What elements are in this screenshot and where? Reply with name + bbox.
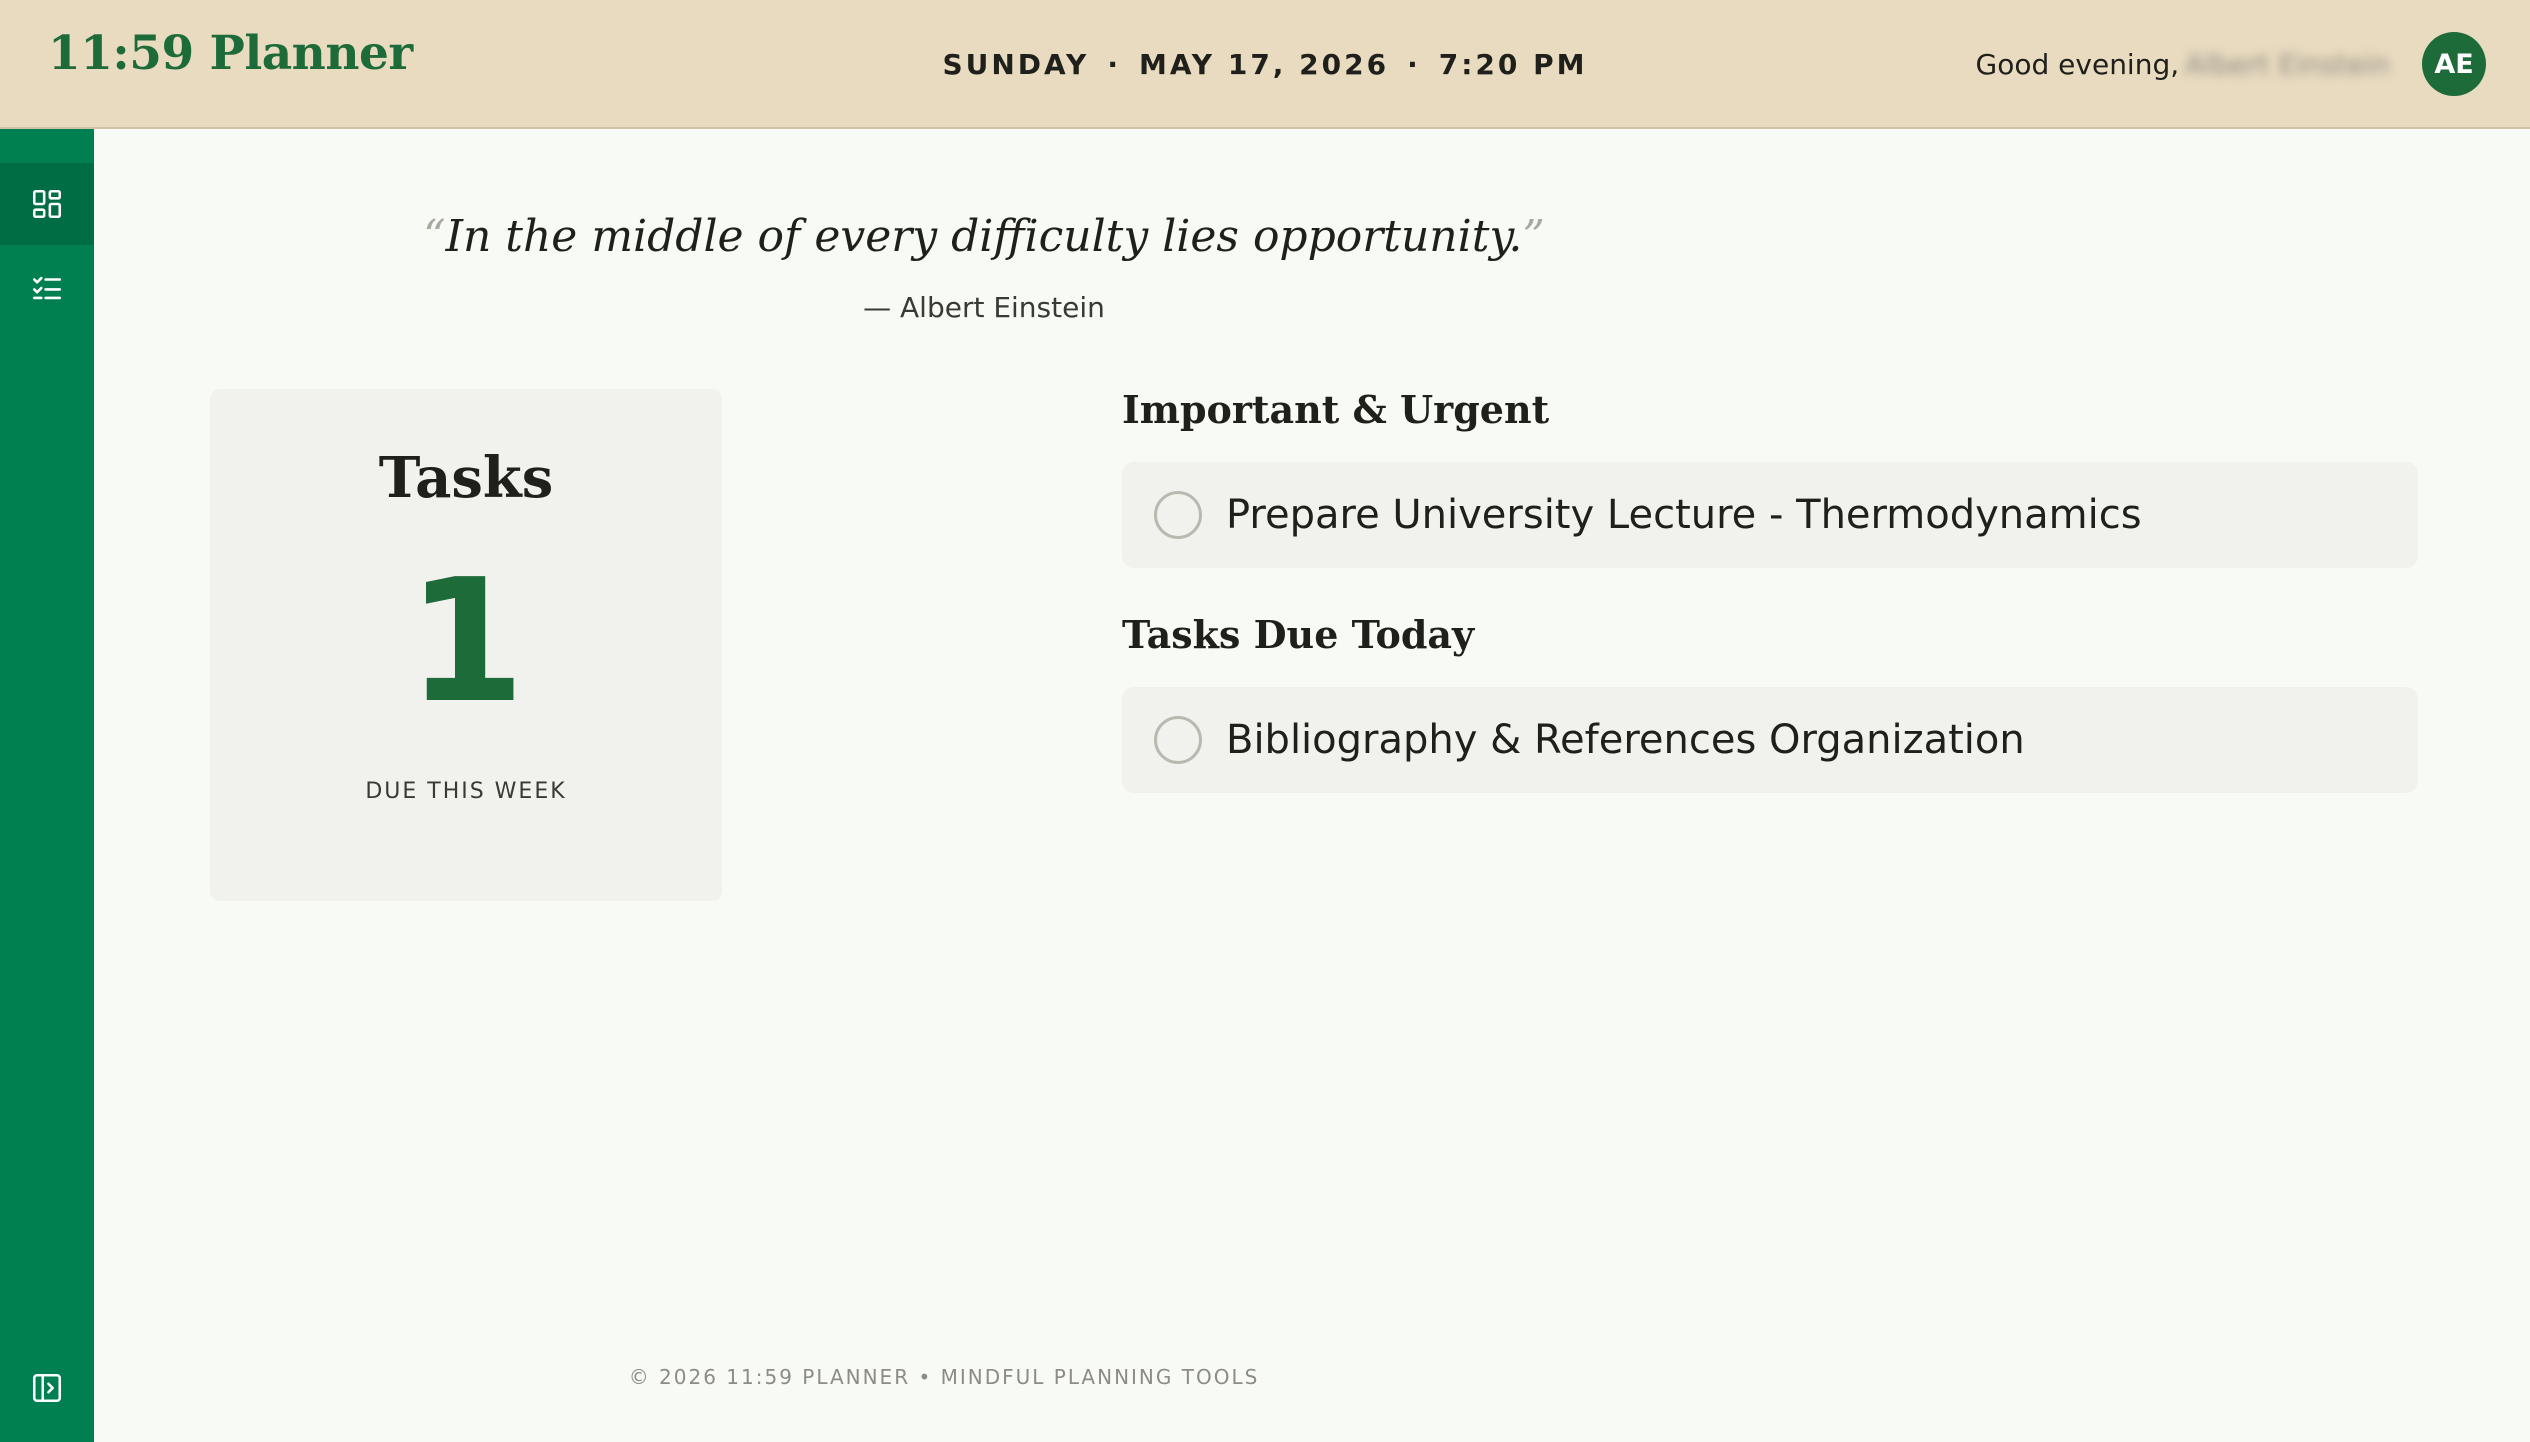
sidebar xyxy=(0,129,94,1442)
sidebar-item-dashboard[interactable] xyxy=(0,163,94,245)
sidebar-toggle-button[interactable] xyxy=(0,1347,94,1429)
section-title-important-urgent: Important & Urgent xyxy=(1122,387,1550,432)
current-day: SUNDAY xyxy=(942,48,1090,81)
dashboard-icon xyxy=(32,189,62,219)
current-time: 7:20 PM xyxy=(1438,48,1588,81)
tasks-card-subtitle: DUE THIS WEEK xyxy=(365,779,567,804)
daily-quote: “In the middle of every difficulty lies … xyxy=(94,211,1874,262)
task-complete-checkbox[interactable] xyxy=(1154,491,1202,539)
quote-text: In the middle of every difficulty lies o… xyxy=(445,211,1523,262)
datetime-separator: · xyxy=(1107,48,1121,81)
greeting-text: Good evening, xyxy=(1975,48,2180,81)
tasks-summary-card[interactable]: Tasks 1 DUE THIS WEEK xyxy=(210,389,722,901)
task-label: Bibliography & References Organization xyxy=(1226,717,2025,763)
section-title-due-today: Tasks Due Today xyxy=(1122,612,1475,657)
task-complete-checkbox[interactable] xyxy=(1154,716,1202,764)
user-name: Albert Einstein xyxy=(2185,48,2390,81)
tasks-card-title: Tasks xyxy=(378,445,554,511)
quote-author: — Albert Einstein xyxy=(863,291,1105,324)
app-brand[interactable]: 11:59 Planner xyxy=(48,26,413,81)
sidebar-item-tasks[interactable] xyxy=(0,247,94,329)
sidebar-toggle-icon xyxy=(32,1373,62,1403)
task-item[interactable]: Bibliography & References Organization xyxy=(1122,687,2418,793)
tasks-due-count: 1 xyxy=(406,543,526,741)
greeting: Good evening, Albert Einstein xyxy=(1976,0,2390,129)
footer-copyright: © 2026 11:59 PLANNER • MINDFUL PLANNING … xyxy=(628,1365,1260,1389)
quote-open-mark: “ xyxy=(423,211,446,262)
user-avatar[interactable]: AE xyxy=(2422,32,2486,96)
datetime-separator: · xyxy=(1407,48,1421,81)
main-content: “In the middle of every difficulty lies … xyxy=(94,131,2530,1442)
task-item[interactable]: Prepare University Lecture - Thermodynam… xyxy=(1122,462,2418,568)
task-list-icon xyxy=(32,276,62,300)
task-label: Prepare University Lecture - Thermodynam… xyxy=(1226,492,2142,538)
current-date: MAY 17, 2026 xyxy=(1138,48,1390,81)
quote-close-mark: ” xyxy=(1522,211,1545,262)
top-header: 11:59 Planner SUNDAY · MAY 17, 2026 · 7:… xyxy=(0,0,2530,129)
